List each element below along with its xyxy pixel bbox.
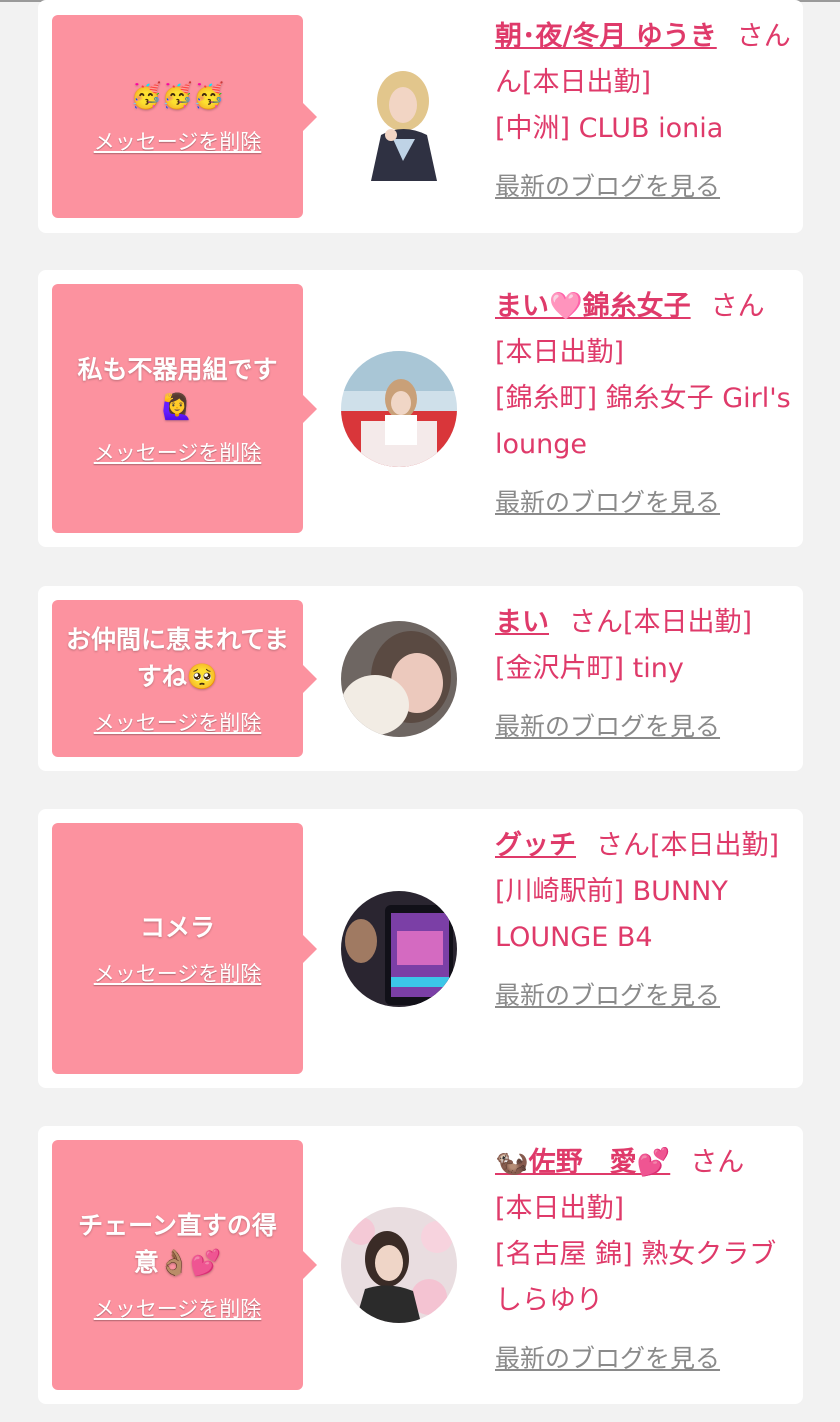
- cast-name-link[interactable]: まい: [495, 607, 549, 638]
- honorific: さん: [710, 291, 765, 322]
- message-card: 私も不器用組です🙋‍♀️ メッセージを削除 まい🩷錦糸女子 さん [本日出勤] […: [38, 270, 803, 547]
- message-card: コメラ メッセージを削除 グッチ さん[本日出勤] [川崎駅前] BUNNY LO…: [38, 809, 803, 1088]
- shop-text: [川崎駅前] BUNNY LOUNGE B4: [495, 876, 728, 953]
- cast-info: グッチ さん[本日出勤] [川崎駅前] BUNNY LOUNGE B4 最新のブロ…: [495, 823, 795, 1019]
- profile-photo-icon: [341, 621, 457, 737]
- blog-link[interactable]: 最新のブログを見る: [495, 164, 720, 210]
- shop-text: [名古屋 錦] 熟女クラブ しらゆり: [495, 1239, 777, 1316]
- shop-text: [中洲] CLUB ionia: [495, 113, 724, 144]
- shop-text: [錦糸町] 錦糸女子 Girl's lounge: [495, 383, 791, 460]
- delete-message-link[interactable]: メッセージを削除: [94, 707, 262, 737]
- honorific: さん: [569, 607, 623, 638]
- message-bubble: 🥳🥳🥳 メッセージを削除: [52, 15, 317, 218]
- profile-photo-icon: [341, 351, 457, 467]
- cast-name-link[interactable]: 朝･夜/冬月 ゆうき: [495, 21, 717, 52]
- message-text: お仲間に恵まれてますね🥺: [66, 624, 290, 691]
- cast-info: 🦦佐野 愛💕 さん [本日出勤] [名古屋 錦] 熟女クラブ しらゆり 最新のブロ…: [495, 1140, 795, 1382]
- cast-info: 朝･夜/冬月 ゆうき さん ん[本日出勤] [中洲] CLUB ionia 最新の…: [495, 14, 795, 210]
- message-bubble: 私も不器用組です🙋‍♀️ メッセージを削除: [52, 284, 317, 533]
- honorific: さん: [690, 1147, 745, 1178]
- message-card: お仲間に恵まれてますね🥺 メッセージを削除 まい さん[本日出勤] [金沢片町] …: [38, 586, 803, 771]
- cast-name-link[interactable]: 🦦佐野 愛💕: [495, 1147, 670, 1178]
- blog-link[interactable]: 最新のブログを見る: [495, 480, 720, 526]
- status-text: [本日出勤]: [623, 607, 753, 638]
- avatar[interactable]: [341, 65, 457, 181]
- status-text: ん[本日出勤]: [495, 67, 652, 98]
- profile-photo-icon: [341, 1207, 457, 1323]
- profile-photo-icon: [341, 891, 457, 1007]
- avatar[interactable]: [341, 351, 457, 467]
- status-text: [本日出勤]: [495, 337, 625, 368]
- delete-message-link[interactable]: メッセージを削除: [94, 958, 262, 988]
- cast-name-link[interactable]: グッチ: [495, 830, 576, 861]
- cast-info: まい🩷錦糸女子 さん [本日出勤] [錦糸町] 錦糸女子 Girl's loung…: [495, 284, 795, 526]
- message-bubble: チェーン直すの得意👌🏽💕 メッセージを削除: [52, 1140, 317, 1390]
- message-text: コメラ: [139, 913, 215, 942]
- cast-info: まい さん[本日出勤] [金沢片町] tiny 最新のブログを見る: [495, 600, 795, 750]
- delete-message-link[interactable]: メッセージを削除: [94, 126, 262, 156]
- honorific: さん: [736, 21, 791, 52]
- message-text: 私も不器用組です🙋‍♀️: [77, 354, 278, 421]
- avatar[interactable]: [341, 621, 457, 737]
- delete-message-link[interactable]: メッセージを削除: [94, 1293, 262, 1323]
- message-text: チェーン直すの得意👌🏽💕: [78, 1211, 277, 1277]
- message-bubble: コメラ メッセージを削除: [52, 823, 317, 1074]
- message-card: 🥳🥳🥳 メッセージを削除 朝･夜/冬月 ゆうき さん ん[本日出勤] [中洲] C…: [38, 0, 803, 233]
- blog-link[interactable]: 最新のブログを見る: [495, 1336, 720, 1382]
- avatar[interactable]: [341, 891, 457, 1007]
- cast-name-link[interactable]: まい🩷錦糸女子: [495, 291, 691, 322]
- avatar[interactable]: [341, 1207, 457, 1323]
- blog-link[interactable]: 最新のブログを見る: [495, 973, 720, 1019]
- shop-text: [金沢片町] tiny: [495, 653, 684, 684]
- status-text: [本日出勤]: [650, 830, 780, 861]
- blog-link[interactable]: 最新のブログを見る: [495, 704, 720, 750]
- honorific: さん: [596, 830, 650, 861]
- delete-message-link[interactable]: メッセージを削除: [94, 437, 262, 467]
- message-text: 🥳🥳🥳: [130, 81, 225, 110]
- message-card: チェーン直すの得意👌🏽💕 メッセージを削除 🦦佐野 愛💕 さん [本日出勤] [名…: [38, 1126, 803, 1404]
- message-bubble: お仲間に恵まれてますね🥺 メッセージを削除: [52, 600, 317, 757]
- status-text: [本日出勤]: [495, 1193, 625, 1224]
- profile-photo-icon: [341, 65, 457, 181]
